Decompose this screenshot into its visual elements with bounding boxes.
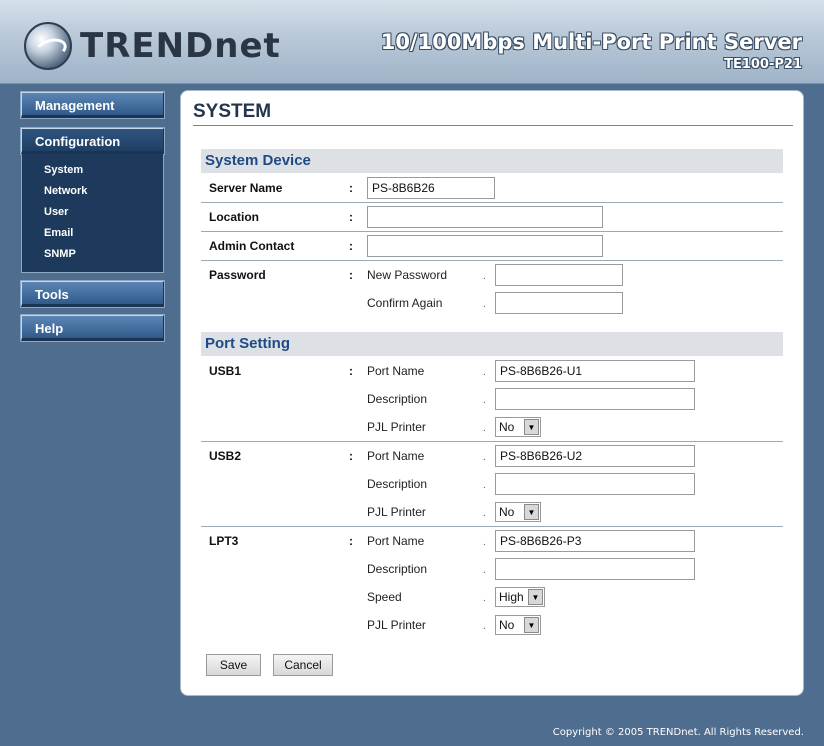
nav-management[interactable]: Management [21,92,164,118]
lpt3-speed-select[interactable]: High ▼ [495,587,545,607]
dot: . [483,621,486,632]
colon: : [349,181,353,195]
new-password-input[interactable] [495,264,623,286]
lpt3-pjl-select[interactable]: No ▼ [495,615,541,635]
usb1-pjl-value: No [499,420,515,434]
page-title: SYSTEM [193,101,793,126]
usb2-label: USB2 [209,449,242,463]
dropdown-arrow-icon[interactable]: ▼ [524,504,539,520]
server-name-label: Server Name [209,181,283,195]
divider [201,202,783,203]
lpt3-label: LPT3 [209,534,239,548]
colon: : [349,268,353,282]
submenu-item-email[interactable]: Email [22,224,163,245]
dot: . [483,299,486,310]
dropdown-arrow-icon[interactable]: ▼ [524,617,539,633]
description-label: Description [367,477,428,491]
confirm-password-label: Confirm Again [367,296,443,310]
colon: : [349,239,353,253]
trendnet-logo-icon [24,22,72,70]
submenu-item-snmp[interactable]: SNMP [22,245,163,266]
trendnet-logo: TRENDnet [24,22,281,70]
description-label: Description [367,562,428,576]
location-label: Location [209,210,259,224]
pjl-printer-label: PJL Printer [367,420,426,434]
dropdown-arrow-icon[interactable]: ▼ [528,589,543,605]
copyright-footer: Copyright © 2005 TRENDnet. All Rights Re… [552,727,804,738]
divider [201,441,783,442]
dot: . [483,593,486,604]
dropdown-arrow-icon[interactable]: ▼ [524,419,539,435]
sidebar: Management Configuration System Network … [21,92,164,341]
dot: . [483,565,486,576]
colon: : [349,364,353,378]
usb1-port-name-input[interactable] [495,360,695,382]
lpt3-port-name-input[interactable] [495,530,695,552]
pjl-printer-label: PJL Printer [367,618,426,632]
divider [201,260,783,261]
lpt3-pjl-value: No [499,618,515,632]
header-banner: TRENDnet 10/100Mbps Multi-Port Print Ser… [0,0,824,84]
product-model: TE100-P21 [724,57,802,72]
section-port-setting: Port Setting [201,332,783,356]
colon: : [349,534,353,548]
divider [201,526,783,527]
dot: . [483,452,486,463]
description-label: Description [367,392,428,406]
usb1-description-input[interactable] [495,388,695,410]
dot: . [483,395,486,406]
nav-configuration[interactable]: Configuration [21,128,164,154]
admin-contact-label: Admin Contact [209,239,295,253]
pjl-printer-label: PJL Printer [367,505,426,519]
dot: . [483,537,486,548]
confirm-password-input[interactable] [495,292,623,314]
usb2-description-input[interactable] [495,473,695,495]
speed-label: Speed [367,590,402,604]
colon: : [349,449,353,463]
dot: . [483,508,486,519]
logo-text: TRENDnet [80,26,281,66]
new-password-label: New Password [367,268,448,282]
usb1-pjl-select[interactable]: No ▼ [495,417,541,437]
usb2-port-name-input[interactable] [495,445,695,467]
submenu-item-user[interactable]: User [22,203,163,224]
content-panel: SYSTEM System Device Server Name : Locat… [180,90,804,696]
usb2-pjl-value: No [499,505,515,519]
lpt3-description-input[interactable] [495,558,695,580]
location-input[interactable] [367,206,603,228]
usb1-label: USB1 [209,364,242,378]
configuration-submenu: System Network User Email SNMP [21,154,164,273]
dot: . [483,271,486,282]
port-name-label: Port Name [367,449,425,463]
server-name-input[interactable] [367,177,495,199]
dot: . [483,423,486,434]
admin-contact-input[interactable] [367,235,603,257]
cancel-button[interactable]: Cancel [273,654,333,676]
port-name-label: Port Name [367,364,425,378]
dot: . [483,480,486,491]
port-name-label: Port Name [367,534,425,548]
submenu-item-system[interactable]: System [22,161,163,182]
colon: : [349,210,353,224]
dot: . [483,367,486,378]
usb2-pjl-select[interactable]: No ▼ [495,502,541,522]
save-button[interactable]: Save [206,654,261,676]
nav-help[interactable]: Help [21,315,164,341]
product-title: 10/100Mbps Multi-Port Print Server [380,30,802,54]
lpt3-speed-value: High [499,590,524,604]
password-label: Password [209,268,266,282]
section-system-device: System Device [201,149,783,173]
submenu-item-network[interactable]: Network [22,182,163,203]
nav-tools[interactable]: Tools [21,281,164,307]
divider [201,231,783,232]
